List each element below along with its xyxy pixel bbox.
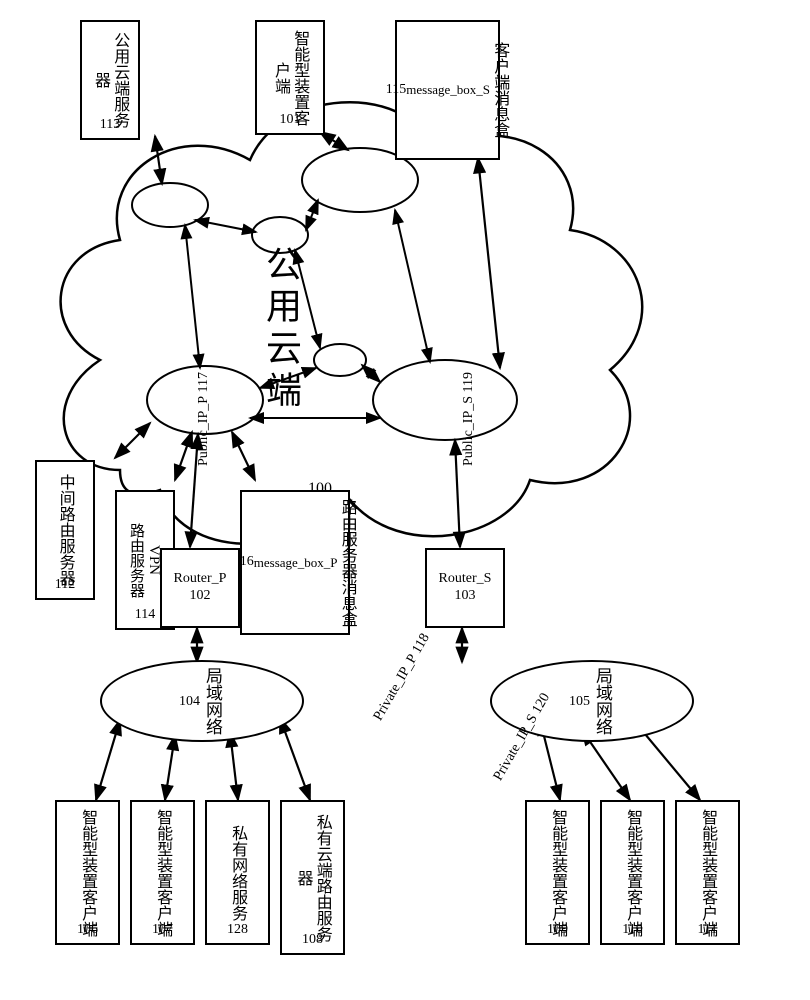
id: 111 xyxy=(677,922,738,939)
text: 智能型装置客户端 xyxy=(548,809,567,937)
id: 128 xyxy=(207,922,268,939)
text: 局域网络 xyxy=(590,667,615,735)
label-priv-ip-s: Private_IP_S 120 xyxy=(470,683,568,804)
id: 115 xyxy=(386,82,406,99)
box-sc106: 智能型装置客户端 106 xyxy=(55,800,120,945)
label-pub-ip-p: Public_IP_P 117 xyxy=(180,372,228,480)
sub: message_box_S xyxy=(406,82,490,98)
text: Router_P xyxy=(174,571,227,588)
id: 107 xyxy=(132,922,193,939)
text: 智能型装置客户端 xyxy=(698,809,717,937)
id: 103 xyxy=(455,588,476,605)
cloud-label: 公用云端 xyxy=(255,245,307,413)
router-s: Router_S 103 xyxy=(425,548,505,628)
box-sc111: 智能型装置客户端 111 xyxy=(675,800,740,945)
text: 私有云端路由服务器 xyxy=(293,808,331,947)
lan-p: 局域网络 104 xyxy=(100,660,304,742)
box-sc110: 智能型装置客户端 110 xyxy=(600,800,665,945)
text: Router_S xyxy=(439,571,492,588)
diagram-canvas: 公用云端 100 公用云端服务器 113 智能型装置客户端 101 客户端消息盒… xyxy=(0,0,810,1000)
text: 中间路由服务器 xyxy=(55,474,74,586)
id: 101 xyxy=(257,112,323,129)
text: 智能型装置客户端 xyxy=(153,809,172,937)
id: 113 xyxy=(82,117,138,134)
router-p: Router_P 102 xyxy=(160,548,240,628)
box-priv-net-svc: 私有网络服务 128 xyxy=(205,800,270,945)
id: 108 xyxy=(282,932,343,949)
id: 104 xyxy=(179,694,200,710)
id: 109 xyxy=(527,922,588,939)
box-sc107: 智能型装置客户端 107 xyxy=(130,800,195,945)
id: 112 xyxy=(37,577,93,594)
sub: message_box_P xyxy=(254,555,338,571)
text: 私有网络服务 xyxy=(228,825,247,921)
box-route-server-msgbox: 路由服务器消息盒 message_box_P 116 xyxy=(240,490,350,635)
box-smart-client-101: 智能型装置客户端 101 xyxy=(255,20,325,135)
text: 客户端消息盒 xyxy=(490,42,509,138)
box-sc109: 智能型装置客户端 109 xyxy=(525,800,590,945)
text: 局域网络 xyxy=(200,667,225,735)
box-mid-route-server: 中间路由服务器 112 xyxy=(35,460,95,600)
text: 智能型装置客户端 xyxy=(623,809,642,937)
box-public-cloud-server: 公用云端服务器 113 xyxy=(80,20,140,140)
id: 105 xyxy=(569,694,590,710)
text: 路由服务器消息盒 xyxy=(338,499,357,627)
box-client-msgbox: 客户端消息盒 message_box_S 115 xyxy=(395,20,500,160)
cloud-shape xyxy=(61,102,643,544)
label-pub-ip-s: Public_IP_S 119 xyxy=(445,372,493,480)
box-priv-cloud-router: 私有云端路由服务器 108 xyxy=(280,800,345,955)
id: 110 xyxy=(602,922,663,939)
label-priv-ip-p: Private_IP_P 118 xyxy=(350,623,448,744)
id: 106 xyxy=(57,922,118,939)
text: 智能型装置客户端 xyxy=(78,809,97,937)
id: 102 xyxy=(190,588,211,605)
